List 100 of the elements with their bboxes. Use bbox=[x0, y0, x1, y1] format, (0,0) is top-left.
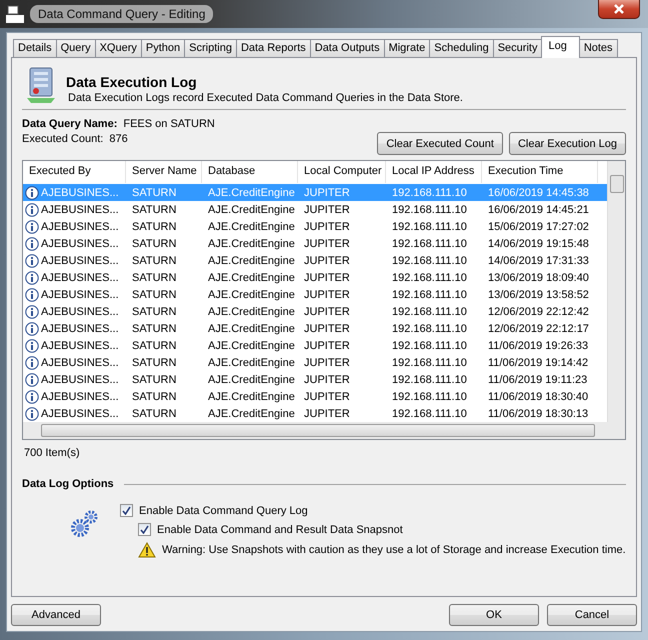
horizontal-scrollbar[interactable] bbox=[23, 422, 625, 439]
column-header[interactable]: Local IP Address bbox=[386, 161, 482, 183]
table-row[interactable]: AJEBUSINES... SATURN AJE.CreditEngine JUPITER 192.168.111.10 15/06/2019 17:27:02 bbox=[23, 218, 607, 235]
table-cell: SATURN bbox=[132, 356, 176, 368]
tab[interactable]: Scheduling bbox=[429, 39, 494, 57]
table-cell: SATURN bbox=[132, 306, 176, 318]
table-cell: SATURN bbox=[132, 186, 176, 198]
table-cell: 192.168.111.10 bbox=[392, 272, 467, 284]
table-cell: SATURN bbox=[132, 238, 176, 250]
info-icon bbox=[25, 356, 39, 370]
table-cell: JUPITER bbox=[304, 238, 350, 250]
table-cell: JUPITER bbox=[304, 288, 350, 300]
tab[interactable]: Python bbox=[140, 39, 186, 57]
table-cell: AJEBUSINES... bbox=[41, 204, 119, 216]
table-row[interactable]: AJEBUSINES... SATURN AJE.CreditEngine JUPITER 192.168.111.10 12/06/2019 22:12:42 bbox=[23, 303, 607, 320]
info-icon bbox=[25, 270, 39, 284]
tab[interactable]: Data Outputs bbox=[310, 39, 385, 57]
table-row[interactable]: AJEBUSINES... SATURN AJE.CreditEngine JUPITER 192.168.111.10 13/06/2019 18:09:40 bbox=[23, 269, 607, 286]
table-cell: JUPITER bbox=[304, 340, 350, 352]
info-icon bbox=[25, 304, 39, 318]
table-cell: 15/06/2019 17:27:02 bbox=[488, 220, 589, 232]
table-cell: SATURN bbox=[132, 390, 176, 402]
table-cell: SATURN bbox=[132, 322, 176, 334]
tab[interactable]: Notes bbox=[578, 39, 618, 57]
table-row[interactable]: AJEBUSINES... SATURN AJE.CreditEngine JUPITER 192.168.111.10 16/06/2019 14:45:21 bbox=[23, 201, 607, 218]
section-title: Data Log Options bbox=[22, 478, 114, 490]
table-cell: AJEBUSINES... bbox=[41, 254, 119, 266]
table-cell: JUPITER bbox=[304, 186, 350, 198]
advanced-button[interactable]: Advanced bbox=[11, 604, 101, 626]
info-icon bbox=[25, 288, 39, 302]
table-row[interactable]: AJEBUSINES... SATURN AJE.CreditEngine JUPITER 192.168.111.10 11/06/2019 18:30:13 bbox=[23, 405, 607, 422]
table-cell: 11/06/2019 18:30:40 bbox=[488, 390, 588, 402]
table-cell: 11/06/2019 19:14:42 bbox=[488, 356, 588, 368]
table-cell: JUPITER bbox=[304, 408, 350, 420]
column-header[interactable]: Server Name bbox=[126, 161, 202, 183]
table-row[interactable]: AJEBUSINES... SATURN AJE.CreditEngine JUPITER 192.168.111.10 14/06/2019 19:15:48 bbox=[23, 235, 607, 252]
table-cell: 192.168.111.10 bbox=[392, 340, 467, 352]
tab[interactable]: Details bbox=[13, 39, 57, 57]
table-cell: SATURN bbox=[132, 374, 176, 386]
info-icon bbox=[25, 338, 39, 352]
field-label: Data Query Name: bbox=[22, 118, 118, 130]
table-cell: AJE.CreditEngine bbox=[208, 306, 295, 318]
checkbox[interactable] bbox=[138, 523, 151, 536]
table-row[interactable]: AJEBUSINES... SATURN AJE.CreditEngine JUPITER 192.168.111.10 11/06/2019 19:11:23 bbox=[23, 371, 607, 388]
table-cell: JUPITER bbox=[304, 306, 350, 318]
action-button[interactable]: Clear Execution Log bbox=[508, 132, 626, 155]
table-cell: JUPITER bbox=[304, 272, 350, 284]
info-icon bbox=[25, 390, 39, 404]
tab[interactable]: XQuery bbox=[94, 39, 142, 57]
check-icon bbox=[140, 525, 149, 534]
table-cell: SATURN bbox=[132, 204, 176, 216]
tab[interactable]: Log bbox=[541, 36, 580, 58]
table-row[interactable]: AJEBUSINES... SATURN AJE.CreditEngine JUPITER 192.168.111.10 12/06/2019 22:12:17 bbox=[23, 320, 607, 337]
field-value: FEES on SATURN bbox=[123, 118, 215, 130]
table-cell: AJEBUSINES... bbox=[41, 272, 119, 284]
description: Data Execution Logs record Executed Data Command Queries in the Data Store. bbox=[68, 92, 463, 104]
tab[interactable]: Security bbox=[492, 39, 542, 57]
table-cell: AJE.CreditEngine bbox=[208, 204, 295, 216]
table-cell: 192.168.111.10 bbox=[392, 204, 467, 216]
table-cell: AJE.CreditEngine bbox=[208, 238, 295, 250]
column-header[interactable]: Executed By bbox=[23, 161, 126, 183]
table-row[interactable]: AJEBUSINES... SATURN AJE.CreditEngine JUPITER 192.168.111.10 11/06/2019 18:30:40 bbox=[23, 388, 607, 405]
action-button[interactable]: Clear Executed Count bbox=[377, 132, 503, 155]
table-cell: AJEBUSINES... bbox=[41, 238, 119, 250]
table-cell: 192.168.111.10 bbox=[392, 288, 467, 300]
vertical-scrollbar[interactable] bbox=[607, 161, 625, 422]
checkbox-label: Enable Data Command Query Log bbox=[139, 504, 308, 516]
column-header[interactable]: Local Computer bbox=[298, 161, 386, 183]
table-cell: AJEBUSINES... bbox=[41, 186, 119, 198]
close-button[interactable] bbox=[598, 0, 640, 19]
table-cell: 192.168.111.10 bbox=[392, 322, 467, 334]
table-cell: 14/06/2019 17:31:33 bbox=[488, 254, 589, 266]
tab[interactable]: Migrate bbox=[384, 39, 430, 57]
table-cell: AJEBUSINES... bbox=[41, 374, 119, 386]
table-row[interactable]: AJEBUSINES... SATURN AJE.CreditEngine JUPITER 192.168.111.10 11/06/2019 19:26:33 bbox=[23, 337, 607, 354]
info-icon bbox=[25, 202, 39, 216]
column-header[interactable]: Database bbox=[202, 161, 298, 183]
table-row[interactable]: AJEBUSINES... SATURN AJE.CreditEngine JUPITER 192.168.111.10 14/06/2019 17:31:33 bbox=[23, 252, 607, 269]
table-cell: 192.168.111.10 bbox=[392, 254, 467, 266]
table-row[interactable]: AJEBUSINES... SATURN AJE.CreditEngine JUPITER 192.168.111.10 11/06/2019 19:14:42 bbox=[23, 354, 607, 371]
checkbox[interactable] bbox=[120, 504, 133, 517]
table-cell: 14/06/2019 19:15:48 bbox=[488, 238, 589, 250]
table-cell: JUPITER bbox=[304, 374, 350, 386]
dialog-button[interactable]: OK bbox=[449, 604, 539, 626]
info-icon bbox=[25, 220, 39, 234]
table-cell: AJE.CreditEngine bbox=[208, 340, 295, 352]
tab[interactable]: Scripting bbox=[184, 39, 237, 57]
table-cell: AJE.CreditEngine bbox=[208, 186, 295, 198]
tab[interactable]: Data Reports bbox=[236, 39, 311, 57]
table-cell: AJEBUSINES... bbox=[41, 306, 119, 318]
tab[interactable]: Query bbox=[56, 39, 96, 57]
table-cell: 13/06/2019 13:58:52 bbox=[488, 288, 589, 300]
table-cell: JUPITER bbox=[304, 322, 350, 334]
table-row[interactable]: AJEBUSINES... SATURN AJE.CreditEngine JUPITER 192.168.111.10 13/06/2019 13:58:52 bbox=[23, 286, 607, 303]
table-cell: JUPITER bbox=[304, 390, 350, 402]
table-cell: 16/06/2019 14:45:38 bbox=[488, 186, 589, 198]
dialog-button[interactable]: Cancel bbox=[547, 604, 637, 626]
table-cell: AJE.CreditEngine bbox=[208, 322, 295, 334]
item-count: 700 Item(s) bbox=[24, 447, 81, 459]
column-header[interactable]: Execution Time bbox=[482, 161, 598, 183]
